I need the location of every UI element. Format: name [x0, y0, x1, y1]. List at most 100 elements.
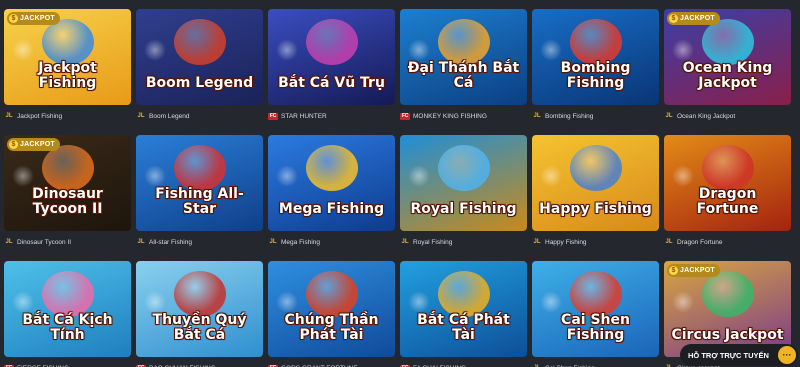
game-art-character: [174, 271, 226, 317]
game-name: Royal Fishing: [413, 238, 453, 246]
game-thumbnail[interactable]: Đại Thánh Bắt Cá: [400, 9, 527, 105]
game-art-glow: [276, 39, 298, 61]
game-thumbnail[interactable]: Dinosaur Tycoon II $ JACKPOT: [4, 135, 131, 231]
game-caption[interactable]: JL Boom Legend: [136, 110, 263, 122]
game-caption[interactable]: FCFA CHAI FISHING: [400, 362, 527, 367]
game-art-character: [570, 145, 622, 191]
game-caption[interactable]: FC STAR HUNTER: [268, 110, 395, 122]
game-card[interactable]: Cai Shen Fishing JLCai Shen Fishing: [532, 261, 659, 367]
provider-jl-icon: JL: [665, 113, 673, 119]
game-thumbnail[interactable]: Bombing Fishing: [532, 9, 659, 105]
game-thumbnail[interactable]: Circus Jackpot $ JACKPOT: [664, 261, 791, 357]
game-card[interactable]: Royal Fishing JL Royal Fishing: [400, 135, 527, 251]
game-thumbnail[interactable]: Cai Shen Fishing: [532, 261, 659, 357]
game-caption[interactable]: JL Happy Fishing: [532, 236, 659, 248]
game-caption[interactable]: JL Jackpot Fishing: [4, 110, 131, 122]
game-thumbnail[interactable]: Thuyền Quý Bắt Cá: [136, 261, 263, 357]
game-art-character: [174, 145, 226, 191]
game-thumbnail[interactable]: Ocean King Jackpot $ JACKPOT: [664, 9, 791, 105]
game-name: Ocean King Jackpot: [677, 112, 736, 120]
game-card[interactable]: Jackpot Fishing $ JACKPOT JL Jackpot Fishing: [4, 9, 131, 125]
game-art-character: [42, 271, 94, 317]
game-logo-text: Bắt Cá Vũ Trụ: [278, 75, 385, 91]
game-card[interactable]: Bombing Fishing JL Bombing Fishing: [532, 9, 659, 125]
provider-fc-icon: FC: [400, 112, 410, 120]
game-caption[interactable]: JL Mega Fishing: [268, 236, 395, 248]
game-card[interactable]: Boom Legend JL Boom Legend: [136, 9, 263, 125]
game-name: MONKEY KING FISHING: [413, 112, 487, 120]
live-support-button[interactable]: HỖ TRỢ TRỰC TUYẾN ···: [680, 344, 798, 366]
game-card[interactable]: Mega Fishing JL Mega Fishing: [268, 135, 395, 251]
game-art-character: [702, 19, 754, 65]
coin-icon: $: [9, 14, 18, 23]
game-thumbnail[interactable]: Chúng Thần Phát Tài: [268, 261, 395, 357]
game-thumbnail[interactable]: Royal Fishing: [400, 135, 527, 231]
game-art-glow: [144, 39, 166, 61]
provider-jl-icon: JL: [137, 113, 145, 119]
game-name: STAR HUNTER: [281, 112, 327, 120]
game-logo-text: Dinosaur Tycoon II: [32, 186, 103, 217]
game-thumbnail[interactable]: Bắt Cá Phát Tài: [400, 261, 527, 357]
provider-jl-icon: JL: [533, 239, 541, 245]
provider-jl-icon: JL: [665, 239, 673, 245]
game-caption[interactable]: JL Dinosaur Tycoon II: [4, 236, 131, 248]
game-logo-text: Royal Fishing: [410, 201, 517, 217]
game-card[interactable]: Bắt Cá Kịch Tính FCFIERCE FISHING: [4, 261, 131, 367]
game-thumbnail[interactable]: Mega Fishing: [268, 135, 395, 231]
game-logo-text: Happy Fishing: [539, 201, 652, 217]
game-caption[interactable]: FCGODS GRANT FORTUNE: [268, 362, 395, 367]
game-logo-text: Thuyền Quý Bắt Cá: [152, 312, 247, 343]
chat-bubble-icon[interactable]: ···: [778, 346, 796, 364]
game-caption[interactable]: FCBAO CHUAN FISHING: [136, 362, 263, 367]
jackpot-badge: $ JACKPOT: [7, 12, 60, 25]
game-caption[interactable]: FC MONKEY KING FISHING: [400, 110, 527, 122]
game-logo-text: Fishing All-Star: [155, 186, 244, 217]
game-card[interactable]: Happy Fishing JL Happy Fishing: [532, 135, 659, 251]
game-art-glow: [12, 291, 34, 313]
game-caption[interactable]: JL Bombing Fishing: [532, 110, 659, 122]
game-thumbnail[interactable]: Happy Fishing: [532, 135, 659, 231]
game-card[interactable]: Bắt Cá Phát Tài FCFA CHAI FISHING: [400, 261, 527, 367]
game-art-character: [702, 271, 754, 317]
game-caption[interactable]: JL Ocean King Jackpot: [664, 110, 791, 122]
jackpot-badge: $ JACKPOT: [667, 12, 720, 25]
game-card[interactable]: Bắt Cá Vũ Trụ FC STAR HUNTER: [268, 9, 395, 125]
game-logo-text: Jackpot Fishing: [38, 60, 97, 91]
game-caption[interactable]: JL All-star Fishing: [136, 236, 263, 248]
game-caption[interactable]: JL Royal Fishing: [400, 236, 527, 248]
game-art-character: [42, 145, 94, 191]
game-logo-text: Mega Fishing: [278, 201, 385, 217]
game-caption[interactable]: JLCai Shen Fishing: [532, 362, 659, 367]
provider-jl-icon: JL: [5, 113, 13, 119]
game-card[interactable]: Thuyền Quý Bắt Cá FCBAO CHUAN FISHING: [136, 261, 263, 367]
game-card[interactable]: Chúng Thần Phát Tài FCGODS GRANT FORTUNE: [268, 261, 395, 367]
game-name: Jackpot Fishing: [17, 112, 63, 120]
provider-jl-icon: JL: [5, 239, 13, 245]
game-thumbnail[interactable]: Fishing All-Star: [136, 135, 263, 231]
game-card[interactable]: Ocean King Jackpot $ JACKPOT JL Ocean King J…: [664, 9, 791, 125]
game-card[interactable]: Dragon Fortune JL Dragon Fortune: [664, 135, 791, 251]
game-caption[interactable]: JL Dragon Fortune: [664, 236, 791, 248]
game-caption[interactable]: FCFIERCE FISHING: [4, 362, 131, 367]
game-art-glow: [672, 39, 694, 61]
game-art-glow: [276, 291, 298, 313]
game-card[interactable]: Dinosaur Tycoon II $ JACKPOT JL Dinosaur Tyc…: [4, 135, 131, 251]
game-art-glow: [12, 39, 34, 61]
game-card[interactable]: Fishing All-Star JL All-star Fishing: [136, 135, 263, 251]
game-name: Dragon Fortune: [677, 238, 723, 246]
game-thumbnail[interactable]: Bắt Cá Kịch Tính: [4, 261, 131, 357]
game-thumbnail[interactable]: Bắt Cá Vũ Trụ: [268, 9, 395, 105]
game-card[interactable]: Đại Thánh Bắt Cá FC MONKEY KING FISHING: [400, 9, 527, 125]
game-art-character: [438, 145, 490, 191]
game-logo-text: Circus Jackpot: [671, 327, 784, 343]
jackpot-badge: $ JACKPOT: [7, 138, 60, 151]
coin-icon: $: [669, 14, 678, 23]
game-art-character: [306, 271, 358, 317]
game-logo-text: Dragon Fortune: [696, 186, 759, 217]
game-thumbnail[interactable]: Dragon Fortune: [664, 135, 791, 231]
game-art-glow: [408, 165, 430, 187]
game-logo-text: Bắt Cá Phát Tài: [417, 312, 510, 343]
game-art-character: [702, 145, 754, 191]
game-thumbnail[interactable]: Jackpot Fishing $ JACKPOT: [4, 9, 131, 105]
game-thumbnail[interactable]: Boom Legend: [136, 9, 263, 105]
